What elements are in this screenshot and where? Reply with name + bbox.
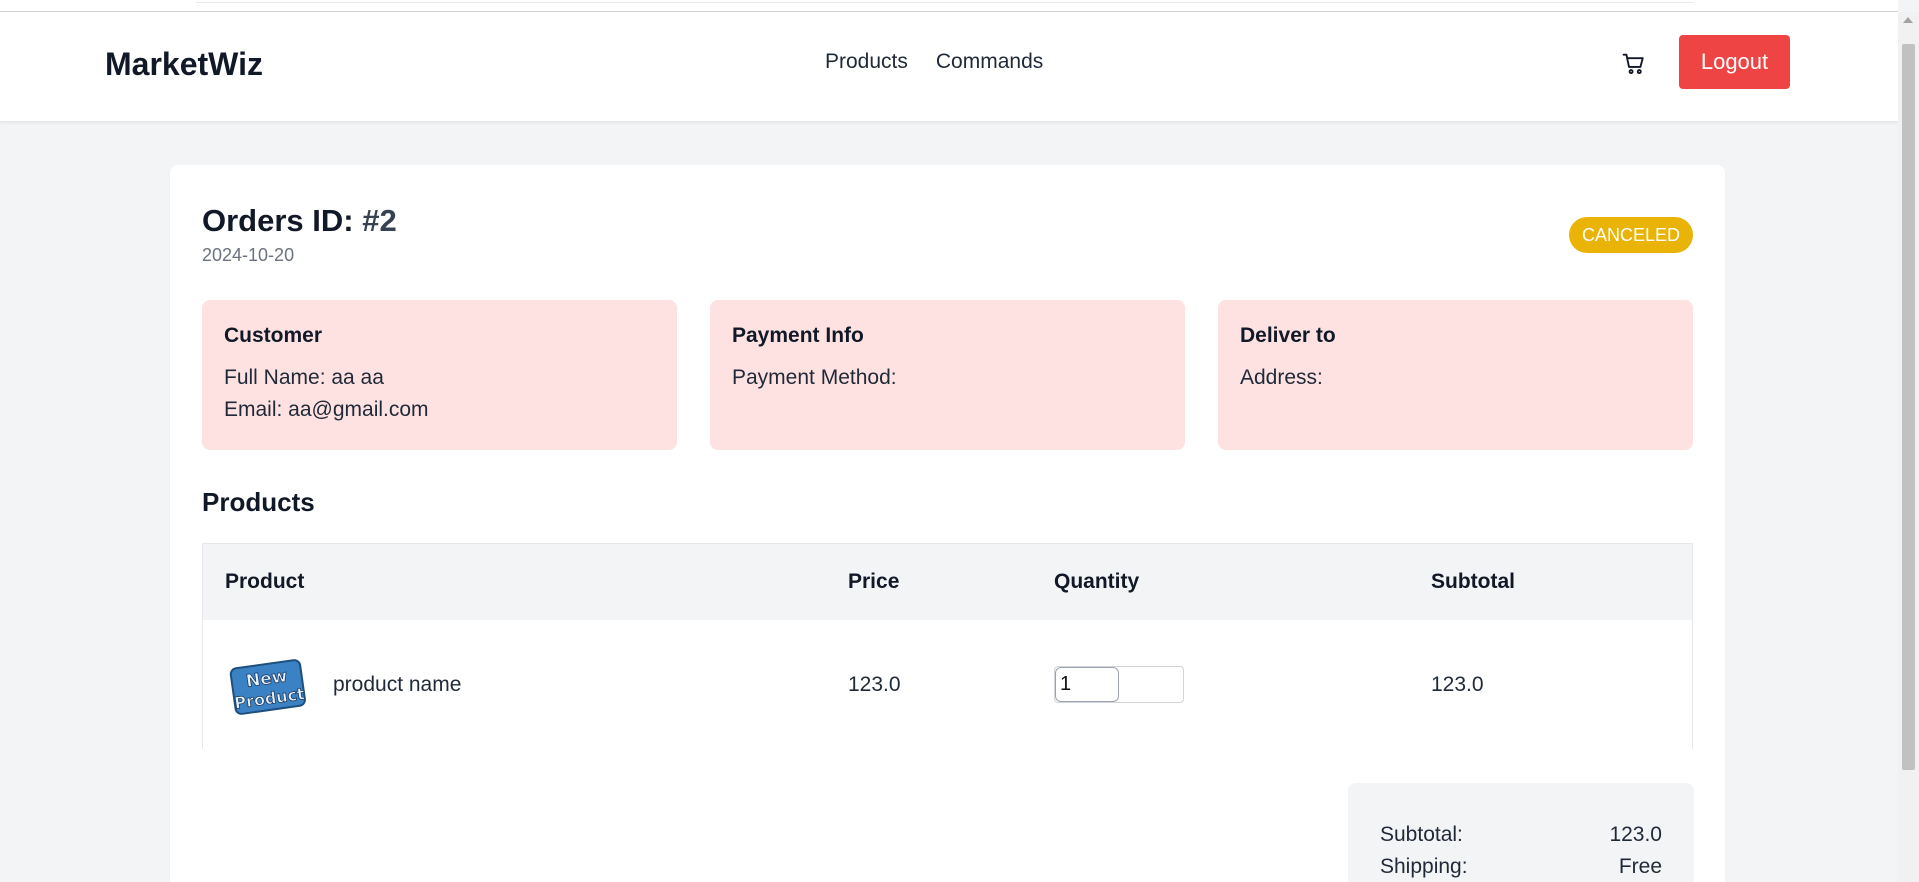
order-date: 2024-10-20 xyxy=(202,245,295,265)
nav-products[interactable]: Products xyxy=(825,50,908,74)
summary-shipping-value: Free xyxy=(1618,855,1662,878)
products-heading: Products xyxy=(202,487,315,517)
nav-commands[interactable]: Commands xyxy=(936,50,1043,74)
product-price: 123.0 xyxy=(848,673,901,696)
summary-subtotal-row: Subtotal: 123.0 xyxy=(1380,819,1662,851)
cart-icon[interactable] xyxy=(1620,50,1648,78)
browser-top-strip xyxy=(0,0,1898,12)
payment-box: Payment Info Payment Method: xyxy=(710,300,1185,450)
quantity-input[interactable] xyxy=(1055,667,1119,702)
order-title: Orders ID: #2 xyxy=(202,203,397,239)
column-header-price: Price xyxy=(848,570,900,593)
delivery-address: Address: xyxy=(1240,366,1323,389)
order-title-prefix: Orders ID: xyxy=(202,203,354,238)
product-image: New Product xyxy=(227,652,309,724)
delivery-box: Deliver to Address: xyxy=(1218,300,1693,450)
column-header-product: Product xyxy=(225,570,305,593)
payment-heading: Payment Info xyxy=(732,324,864,347)
table-row: New Product product name 123.0 123.0 xyxy=(203,620,1692,750)
order-card: Orders ID: #2 2024-10-20 CANCELED Custom… xyxy=(170,165,1725,882)
column-header-quantity: Quantity xyxy=(1054,570,1140,593)
product-name[interactable]: product name xyxy=(333,673,461,697)
products-table: Product Price Quantity Subtotal New Prod… xyxy=(202,543,1693,750)
summary-subtotal-value: 123.0 xyxy=(1609,823,1662,846)
scrollbar-thumb[interactable] xyxy=(1902,44,1915,770)
customer-box: Customer Full Name: aa aa Email: aa@gmai… xyxy=(202,300,677,450)
scroll-up-arrow-icon[interactable] xyxy=(1903,17,1913,23)
summary-subtotal-label: Subtotal: xyxy=(1380,823,1463,846)
status-badge: CANCELED xyxy=(1569,217,1693,253)
logout-button[interactable]: Logout xyxy=(1679,35,1790,89)
order-id: #2 xyxy=(362,203,397,238)
table-header: Product Price Quantity Subtotal xyxy=(203,544,1692,620)
customer-heading: Customer xyxy=(224,324,323,347)
top-strip-line xyxy=(196,0,1693,3)
delivery-heading: Deliver to xyxy=(1240,324,1336,347)
quantity-field xyxy=(1054,666,1184,703)
product-subtotal: 123.0 xyxy=(1431,673,1484,696)
customer-full-name: Full Name: aa aa xyxy=(224,366,384,389)
payment-method: Payment Method: xyxy=(732,366,897,389)
customer-email: Email: aa@gmail.com xyxy=(224,398,429,421)
order-summary: Subtotal: 123.0 Shipping: Free xyxy=(1348,783,1694,882)
summary-shipping-label: Shipping: xyxy=(1380,855,1468,878)
summary-shipping-row: Shipping: Free xyxy=(1380,851,1662,882)
page-scrollbar[interactable] xyxy=(1898,12,1919,882)
nav-links: Products Commands xyxy=(825,50,1043,74)
brand-logo[interactable]: MarketWiz xyxy=(105,46,263,83)
navbar: MarketWiz Products Commands Logout xyxy=(0,12,1898,122)
column-header-subtotal: Subtotal xyxy=(1431,570,1515,593)
